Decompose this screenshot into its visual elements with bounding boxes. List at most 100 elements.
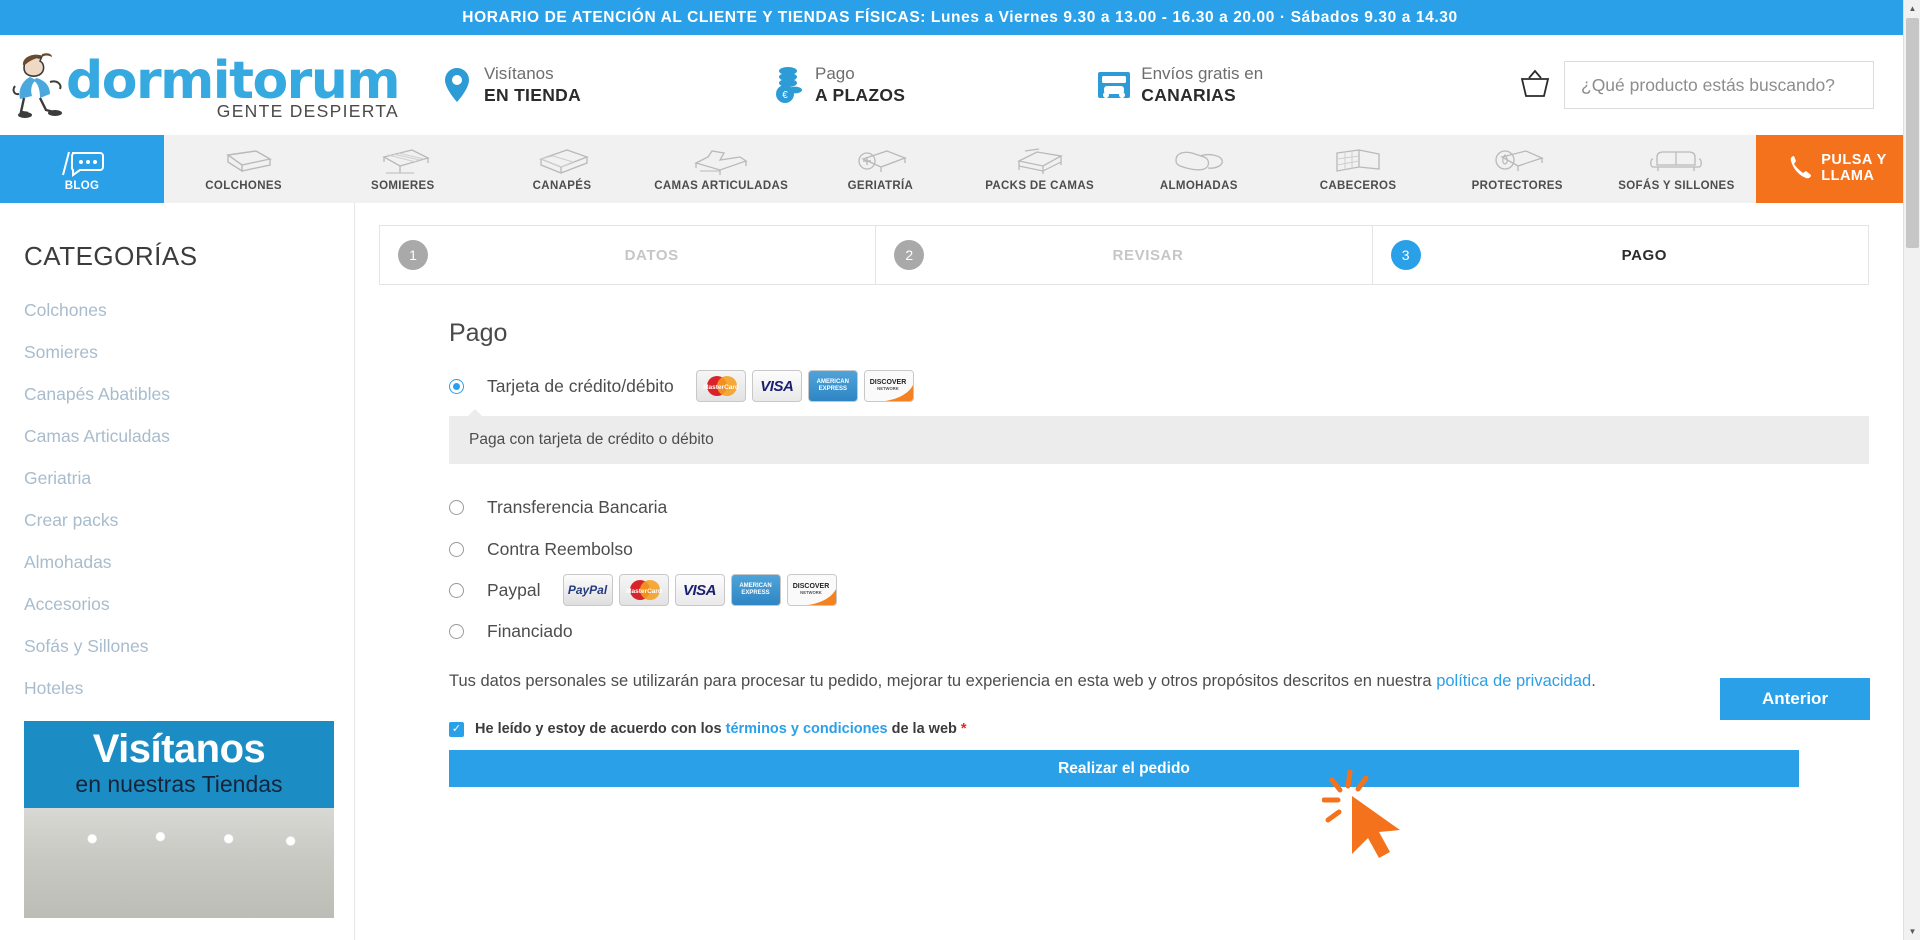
page-body: CATEGORÍAS Colchones Somieres Canapés Ab…: [0, 203, 1920, 940]
search-input[interactable]: ¿Qué producto estás buscando?: [1564, 61, 1874, 109]
nav-item-colchones[interactable]: COLCHONES: [164, 135, 323, 203]
scroll-up-arrow[interactable]: ▲: [1904, 0, 1920, 17]
nav-label: COLCHONES: [205, 179, 282, 192]
step-revisar[interactable]: 2 REVISAR: [876, 226, 1373, 284]
radio-tarjeta[interactable]: [449, 378, 464, 394]
logo-wordmark: dormitorum: [66, 50, 401, 111]
sidebar-item-almohadas[interactable]: Almohadas: [24, 552, 354, 573]
svg-text:NETWORK: NETWORK: [800, 590, 822, 595]
terms-link[interactable]: términos y condiciones: [726, 721, 888, 737]
terms-row: ✓ He leído y estoy de acuerdo con los té…: [449, 721, 1896, 737]
mastercard-icon: MasterCard: [695, 370, 746, 402]
checkout-content: 1 DATOS 2 REVISAR 3 PAGO Pago Tarjeta de…: [355, 203, 1920, 940]
nav-label: PROTECTORES: [1471, 179, 1563, 192]
badge-pago[interactable]: € Pago A PLAZOS: [771, 63, 905, 106]
svg-text:€: €: [782, 90, 788, 101]
page-title: Pago: [449, 319, 508, 347]
badge-visitanos[interactable]: Visítanos EN TIENDA: [440, 63, 581, 106]
amex-icon: AMERICAN EXPRESS: [730, 574, 781, 606]
payment-option-financiado[interactable]: Financiado: [449, 616, 1896, 646]
nav-item-packs-de-camas[interactable]: PACKS DE CAMAS: [960, 135, 1119, 203]
visa-icon: VISA: [674, 574, 725, 606]
step-number: 2: [894, 240, 925, 270]
nav-item-somieres[interactable]: SOMIERES: [323, 135, 482, 203]
sidebar: CATEGORÍAS Colchones Somieres Canapés Ab…: [0, 203, 355, 940]
nav-item-sofas-y-sillones[interactable]: SOFÁS Y SILLONES: [1597, 135, 1756, 203]
step-label: REVISAR: [1112, 246, 1184, 264]
search-placeholder: ¿Qué producto estás buscando?: [1581, 74, 1835, 95]
card-logos: PayPal MasterCard VISA AMERICAN EXPRESS D…: [562, 574, 837, 606]
category-nav: BLOG COLCHONES SOMIERES CANAPÉS CAMAS AR…: [0, 135, 1920, 203]
basket-icon: [1518, 66, 1552, 105]
scroll-down-arrow[interactable]: ▼: [1904, 923, 1920, 940]
payment-option-card[interactable]: Tarjeta de crédito/débito MasterCard VIS…: [449, 370, 1896, 402]
privacy-text: Tus datos personales se utilizarán para …: [449, 672, 1437, 690]
nav-item-cabeceros[interactable]: CABECEROS: [1278, 135, 1437, 203]
sidebar-item-crear-packs[interactable]: Crear packs: [24, 510, 354, 531]
card-logos: MasterCard VISA AMERICAN EXPRESS DISCOVER…: [695, 370, 914, 402]
call-line2: LLAMA: [1821, 168, 1875, 184]
sidebar-banner[interactable]: Visítanos en nuestras Tiendas: [24, 721, 334, 918]
page-scrollbar[interactable]: ▲ ▼: [1903, 0, 1920, 940]
bed-base-icon: [374, 147, 432, 177]
sidebar-title: CATEGORÍAS: [24, 241, 198, 271]
cart-button[interactable]: [1506, 66, 1564, 105]
sidebar-item-somieres[interactable]: Somieres: [24, 342, 354, 363]
place-order-button[interactable]: Realizar el pedido: [449, 750, 1799, 787]
payment-option-cod[interactable]: Contra Reembolso: [449, 534, 1896, 564]
nav-label: SOMIERES: [371, 179, 435, 192]
previous-button[interactable]: Anterior: [1720, 678, 1870, 720]
visa-icon: VISA: [751, 370, 802, 402]
payment-method-info-text: Paga con tarjeta de crédito o débito: [469, 431, 714, 448]
payment-option-label: Contra Reembolso: [487, 538, 633, 559]
sidebar-item-hoteles[interactable]: Hoteles: [24, 678, 354, 699]
sidebar-item-canapes-abatibles[interactable]: Canapés Abatibles: [24, 384, 354, 405]
nav-label: CAMAS ARTICULADAS: [654, 179, 789, 192]
sidebar-item-accesorios[interactable]: Accesorios: [24, 594, 354, 615]
nav-item-almohadas[interactable]: ALMOHADAS: [1119, 135, 1278, 203]
banner-store-photo: [24, 807, 334, 918]
nav-item-blog[interactable]: BLOG: [0, 135, 164, 203]
step-datos[interactable]: 1 DATOS: [380, 226, 877, 284]
promo-text: HORARIO DE ATENCIÓN AL CLIENTE Y TIENDAS…: [462, 8, 1458, 26]
sofa-icon: [1647, 147, 1705, 177]
discover-icon: DISCOVER NETWORK: [863, 370, 914, 402]
coins-icon: €: [771, 65, 805, 105]
radio-contra-reembolso[interactable]: [449, 541, 464, 557]
radio-transferencia[interactable]: [449, 499, 464, 515]
sidebar-item-sofas-y-sillones[interactable]: Sofás y Sillones: [24, 636, 354, 657]
nav-item-camas-articuladas[interactable]: CAMAS ARTICULADAS: [642, 135, 801, 203]
mascot-icon: [12, 50, 64, 120]
step-number: 3: [1390, 240, 1421, 270]
badge-line1: Envíos gratis en: [1141, 64, 1264, 84]
privacy-policy-link[interactable]: política de privacidad: [1436, 672, 1591, 690]
terms-checkbox[interactable]: ✓: [449, 721, 464, 737]
pulsa-y-llama-button[interactable]: PULSA Y LLAMA: [1756, 135, 1920, 203]
radio-financiado[interactable]: [449, 623, 464, 639]
mattress-icon: [216, 147, 272, 177]
radio-paypal[interactable]: [449, 582, 464, 598]
payment-option-paypal[interactable]: Paypal PayPal MasterCard VISA AMERICAN EX…: [449, 574, 1896, 606]
location-pin-icon: [440, 65, 474, 105]
badge-envios[interactable]: Envíos gratis en CANARIAS: [1097, 63, 1263, 106]
header-badges: Visítanos EN TIENDA € Pago A PLAZOS Enví…: [408, 63, 1506, 106]
geriatric-icon: [851, 147, 909, 177]
scrollbar-thumb[interactable]: [1906, 18, 1919, 248]
badge-line1: Visítanos: [484, 64, 554, 84]
sidebar-item-geriatria[interactable]: Geriatria: [24, 468, 354, 489]
site-logo[interactable]: dormitorum GENTE DESPIERTA: [8, 50, 408, 120]
sidebar-item-camas-articuladas[interactable]: Camas Articuladas: [24, 426, 354, 447]
nav-item-protectores[interactable]: PROTECTORES: [1438, 135, 1597, 203]
banner-line1: Visítanos: [92, 727, 266, 771]
payment-option-label: Transferencia Bancaria: [487, 496, 668, 517]
canape-icon: [533, 147, 591, 177]
step-pago[interactable]: 3 PAGO: [1373, 226, 1868, 284]
payment-option-transfer[interactable]: Transferencia Bancaria: [449, 492, 1896, 522]
truck-icon: [1097, 65, 1131, 105]
step-label: PAGO: [1621, 246, 1668, 264]
badge-line2: CANARIAS: [1141, 84, 1237, 105]
nav-item-canapes[interactable]: CANAPÉS: [482, 135, 641, 203]
sidebar-item-colchones[interactable]: Colchones: [24, 300, 354, 321]
nav-item-geriatria[interactable]: GERIATRÍA: [801, 135, 960, 203]
paypal-icon: PayPal: [562, 574, 613, 606]
